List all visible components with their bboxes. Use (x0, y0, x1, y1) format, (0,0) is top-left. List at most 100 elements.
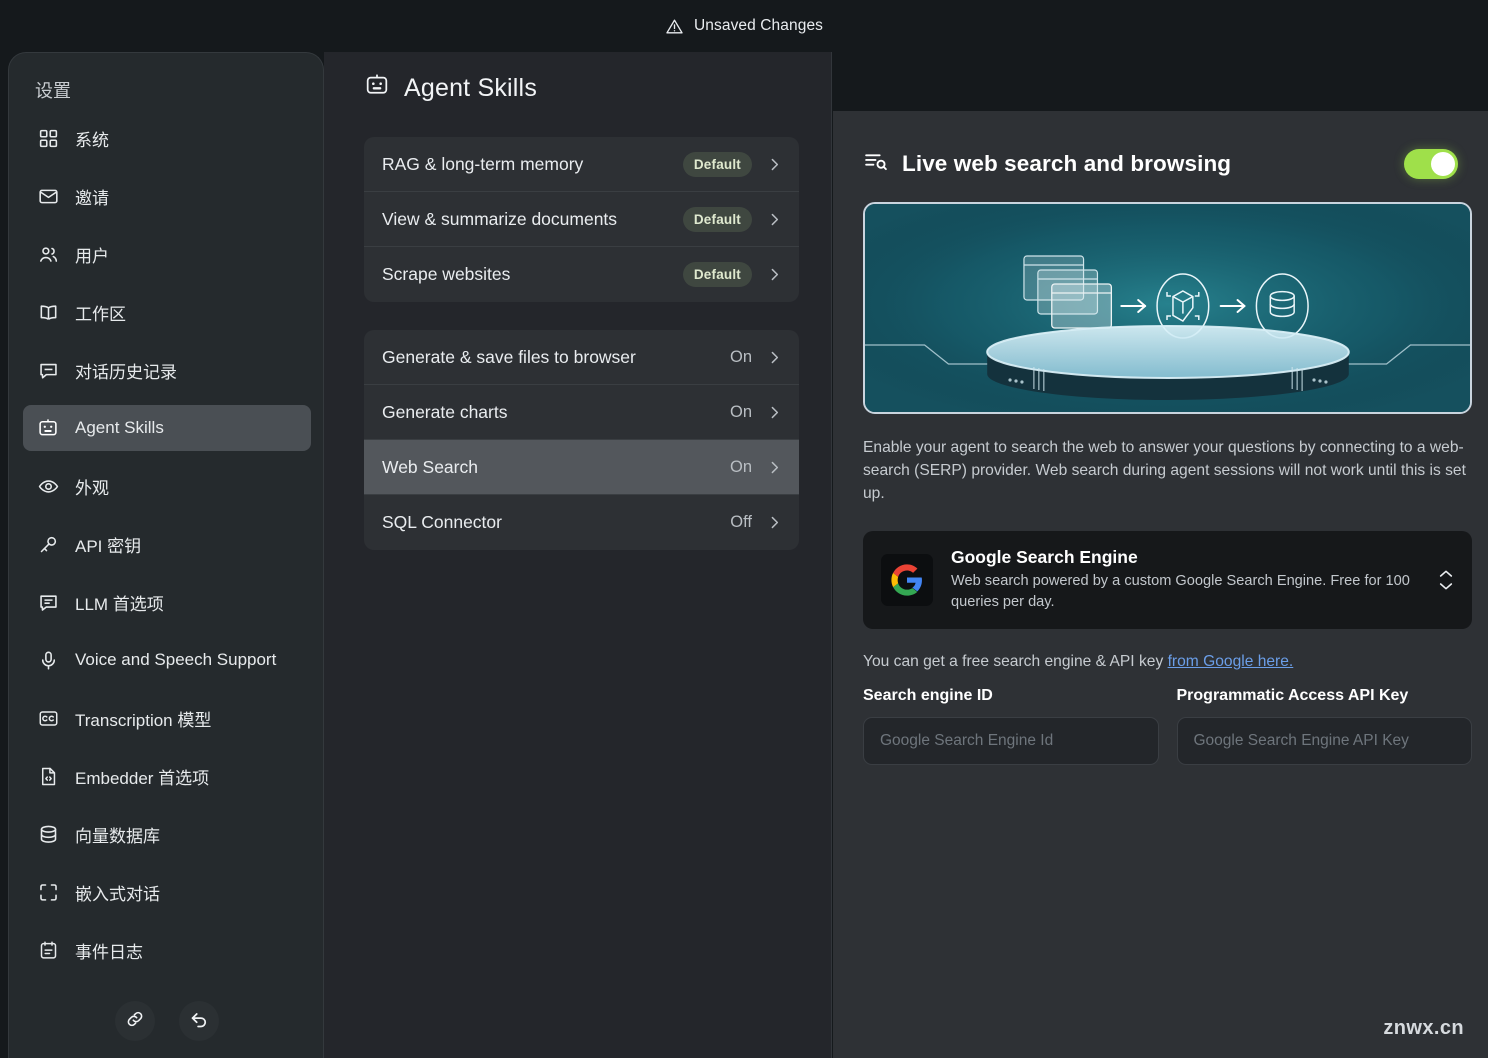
skill-label: RAG & long-term memory (382, 153, 584, 174)
sidebar-item-label: 嵌入式对话 (75, 884, 160, 904)
page-title-label: Agent Skills (404, 74, 538, 102)
chevron-right-icon (766, 404, 783, 421)
skills-column: Agent Skills RAG & long-term memory Defa… (324, 52, 832, 1058)
sidebar-item-embedder-preferences[interactable]: Embedder 首选项 (23, 753, 311, 799)
search-engine-id-input[interactable] (863, 716, 1159, 765)
provider-selector[interactable]: Google Search Engine Web search powered … (863, 531, 1472, 629)
book-open-icon (37, 301, 59, 323)
grid-icon (37, 127, 59, 149)
link-icon (125, 1009, 145, 1034)
provider-text: Google Search Engine Web search powered … (951, 547, 1426, 612)
status-text: Off (730, 513, 752, 531)
sidebar-item-workspace[interactable]: 工作区 (23, 289, 311, 335)
sidebar-item-label: Agent Skills (75, 418, 164, 437)
warning-triangle-icon (665, 17, 684, 36)
key-icon (37, 533, 59, 555)
status-text: On (729, 402, 752, 421)
sidebar-title: 设置 (35, 81, 71, 101)
status-text: On (729, 457, 752, 476)
chevron-up-down-icon[interactable] (1438, 569, 1454, 591)
hero-illustration (863, 202, 1472, 414)
sidebar-item-label: 事件日志 (75, 942, 143, 962)
skill-group-toggleable: Generate & save files to browser On Gene… (364, 330, 799, 550)
settings-sidebar: 设置 系统 邀请 用户 工作区 对话历史记录 Agent Skills 外观 A… (8, 52, 324, 1058)
sidebar-item-label: LLM 首选项 (75, 594, 164, 614)
microphone-icon (37, 649, 59, 671)
credentials-form: Search engine ID Programmatic Access API… (863, 687, 1472, 765)
toggle-knob (1431, 152, 1455, 176)
skill-label: Generate & save files to browser (382, 346, 636, 367)
settings-page: Unsaved Changes 设置 系统 邀请 用户 工作区 对话历史记录 A… (0, 0, 1488, 1058)
unsaved-changes-indicator: Unsaved Changes (665, 17, 823, 36)
file-code-icon (37, 765, 59, 787)
chevron-right-icon (766, 349, 783, 366)
status-badge: Default (682, 206, 752, 232)
sidebar-item-appearance[interactable]: 外观 (23, 463, 311, 509)
detail-header: Live web search and browsing (863, 149, 1458, 179)
chevron-right-icon (766, 156, 783, 173)
sidebar-footer (9, 990, 323, 1052)
sidebar-item-label: API 密钥 (75, 536, 142, 556)
sidebar-item-label: 外观 (75, 478, 109, 498)
skill-group-default: RAG & long-term memory Default View & su… (364, 137, 799, 302)
skill-row[interactable]: Generate & save files to browser On (364, 330, 799, 385)
web-search-toggle[interactable] (1404, 149, 1458, 179)
envelope-icon (37, 185, 59, 207)
skill-row[interactable]: SQL Connector Off (364, 495, 799, 550)
eye-icon (37, 475, 59, 497)
skill-label: SQL Connector (382, 512, 502, 532)
provider-name: Google Search Engine (951, 547, 1138, 568)
skill-row-web-search[interactable]: Web Search On (364, 440, 799, 495)
robot-icon (364, 72, 390, 105)
chevron-right-icon (766, 514, 783, 531)
sidebar-item-api-keys[interactable]: API 密钥 (23, 521, 311, 567)
detail-panel: Live web search and browsing Enable your… (833, 111, 1488, 1058)
sidebar-nav: 系统 邀请 用户 工作区 对话历史记录 Agent Skills 外观 API … (23, 115, 311, 985)
sidebar-item-label: 邀请 (75, 188, 109, 208)
chat-lines-icon (37, 591, 59, 613)
sidebar-item-transcription-model[interactable]: Transcription 模型 (23, 695, 311, 741)
skill-label: Scrape websites (382, 264, 511, 284)
unsaved-changes-label: Unsaved Changes (693, 17, 824, 34)
chevron-right-icon (766, 459, 783, 476)
skill-row[interactable]: View & summarize documents Default (364, 192, 799, 247)
sidebar-item-label: 向量数据库 (75, 826, 160, 846)
sidebar-item-embedded-chat[interactable]: 嵌入式对话 (23, 869, 311, 915)
sidebar-item-label: 用户 (75, 246, 109, 266)
sidebar-item-voice-speech[interactable]: Voice and Speech Support (23, 637, 311, 683)
helper-prefix: You can get a free search engine & API k… (863, 652, 1168, 670)
users-icon (37, 243, 59, 265)
database-icon (37, 823, 59, 845)
provider-description: Web search powered by a custom Google Se… (951, 573, 1410, 610)
link-button[interactable] (115, 1001, 155, 1041)
sidebar-item-label: Voice and Speech Support (75, 650, 277, 669)
skill-label: Generate charts (382, 401, 508, 422)
sidebar-item-event-logs[interactable]: 事件日志 (23, 927, 311, 973)
field-label: Search engine ID (863, 686, 993, 704)
skill-row[interactable]: Scrape websites Default (364, 247, 799, 302)
skill-row[interactable]: Generate charts On (364, 385, 799, 440)
sidebar-item-invite[interactable]: 邀请 (23, 173, 311, 219)
chat-bubble-icon (37, 359, 59, 381)
back-button[interactable] (179, 1001, 219, 1041)
robot-icon (37, 417, 59, 439)
watermark: znwx.cn (1383, 1017, 1464, 1039)
sidebar-item-llm-preferences[interactable]: LLM 首选项 (23, 579, 311, 625)
sidebar-item-label: Transcription 模型 (75, 710, 212, 730)
skill-row[interactable]: RAG & long-term memory Default (364, 137, 799, 192)
google-help-link[interactable]: from Google here. (1168, 653, 1294, 670)
sidebar-item-label: 工作区 (75, 304, 126, 324)
sidebar-item-system[interactable]: 系统 (23, 115, 311, 161)
api-key-input[interactable] (1176, 716, 1472, 765)
sidebar-item-vector-database[interactable]: 向量数据库 (23, 811, 311, 857)
skill-label: Web Search (382, 456, 478, 477)
sidebar-item-chat-history[interactable]: 对话历史记录 (23, 347, 311, 393)
status-text: On (729, 347, 752, 366)
clipboard-icon (37, 939, 59, 961)
chevron-right-icon (766, 266, 783, 283)
google-logo-icon (881, 553, 933, 606)
sidebar-item-agent-skills[interactable]: Agent Skills (23, 405, 311, 451)
sidebar-item-users[interactable]: 用户 (23, 231, 311, 277)
closed-caption-icon (37, 707, 59, 729)
detail-description: Enable your agent to search the web to a… (863, 439, 1466, 503)
